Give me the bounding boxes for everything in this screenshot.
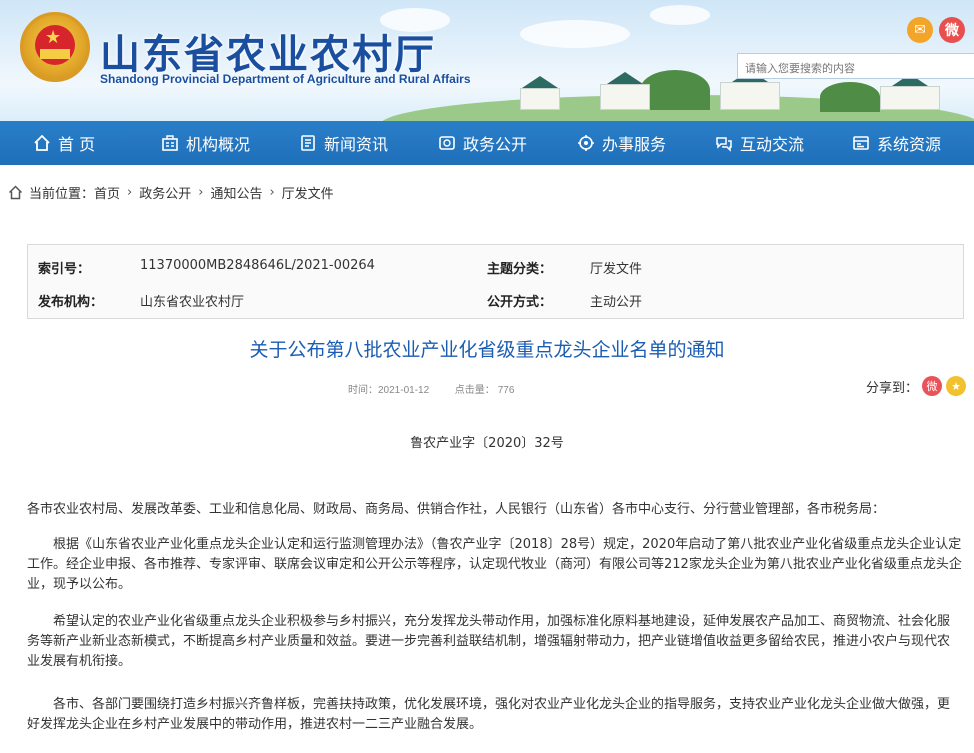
cloud-decoration xyxy=(520,20,630,48)
breadcrumb-separator: › xyxy=(269,184,275,200)
site-subtitle: Shandong Provincial Department of Agricu… xyxy=(100,72,471,86)
nav-item-system[interactable]: 系统资源 xyxy=(852,121,941,165)
nav-item-home[interactable]: 首 页 xyxy=(33,121,95,165)
roof-decoration xyxy=(607,72,643,84)
mode-value: 主动公开 xyxy=(590,295,643,310)
issuer-value: 山东省农业农村厅 xyxy=(140,295,245,310)
breadcrumb-link[interactable]: 通知公告 xyxy=(210,183,262,202)
article-salutation: 各市农业农村局、发展改革委、工业和信息化局、财政局、商务局、供销合作社，人民银行… xyxy=(27,502,886,517)
breadcrumb-separator: › xyxy=(127,184,133,200)
topic-label: 主题分类： xyxy=(487,262,553,277)
nav-item-org[interactable]: 机构概况 xyxy=(161,121,250,165)
share-bar: 分享到： 微 ★ xyxy=(866,376,967,396)
time-value: 2021-01-12 xyxy=(378,385,430,396)
org-icon xyxy=(161,134,179,152)
nav-label: 系统资源 xyxy=(877,135,942,154)
system-icon xyxy=(852,134,870,152)
mode-label: 公开方式： xyxy=(487,295,553,310)
mail-icon[interactable]: ✉ xyxy=(907,17,933,43)
service-icon xyxy=(577,134,595,152)
article-meta: 时间：2021-01-12 点击量： 776 xyxy=(348,381,514,396)
weibo-share-icon[interactable]: 微 xyxy=(922,376,943,396)
weibo-icon[interactable]: 微 xyxy=(939,17,965,43)
time-label: 时间： xyxy=(348,385,378,396)
breadcrumb-link[interactable]: 厅发文件 xyxy=(282,183,334,202)
home-icon xyxy=(33,134,51,152)
breadcrumb-link[interactable]: 首页 xyxy=(94,183,120,202)
house-decoration xyxy=(520,88,560,110)
search-input[interactable]: 请输入您要搜索的内容 xyxy=(737,53,974,79)
topic-value: 厅发文件 xyxy=(590,262,643,277)
index-label: 索引号： xyxy=(38,262,91,277)
main-nav: 首 页 机构概况 新闻资讯 政务公开 办事服务 互动交流 系统资源 xyxy=(0,121,974,165)
article-title: 关于公布第八批农业产业化省级重点龙头企业名单的通知 xyxy=(249,339,725,361)
house-decoration xyxy=(880,86,940,110)
nav-label: 互动交流 xyxy=(740,135,805,154)
share-label: 分享到： xyxy=(866,380,919,396)
index-value: 11370000MB2848646L/2021-00264 xyxy=(140,258,375,273)
nav-item-service[interactable]: 办事服务 xyxy=(577,121,666,165)
hits-label: 点击量： xyxy=(454,385,495,396)
breadcrumb-link[interactable]: 政务公开 xyxy=(139,183,191,202)
breadcrumb-prefix: 当前位置： xyxy=(29,186,95,202)
gov-icon xyxy=(438,134,456,152)
nav-label: 机构概况 xyxy=(186,135,251,154)
favorite-icon[interactable]: ★ xyxy=(946,376,967,396)
tree-decoration xyxy=(640,70,710,110)
hits-value: 776 xyxy=(497,385,515,396)
home-icon xyxy=(8,184,23,200)
house-decoration xyxy=(720,82,780,110)
document-info-box: 索引号： 11370000MB2848646L/2021-00264 主题分类：… xyxy=(27,244,964,319)
news-icon xyxy=(299,134,317,152)
interact-icon xyxy=(715,134,733,152)
national-emblem-icon: ★ xyxy=(20,12,90,82)
nav-item-gov[interactable]: 政务公开 xyxy=(438,121,527,165)
article-paragraph: 希望认定的农业产业化省级重点龙头企业积极参与乡村振兴，充分发挥龙头带动作用，加强… xyxy=(27,614,951,669)
nav-item-interact[interactable]: 互动交流 xyxy=(715,121,804,165)
article-paragraph: 根据《山东省农业产业化重点龙头企业认定和运行监测管理办法》（鲁农产业字〔2018… xyxy=(27,537,962,592)
house-decoration xyxy=(600,84,650,110)
nav-label: 办事服务 xyxy=(602,135,667,154)
document-number: 鲁农产业字〔2020〕32号 xyxy=(410,436,564,451)
nav-label: 首 页 xyxy=(58,135,96,154)
nav-item-news[interactable]: 新闻资讯 xyxy=(299,121,388,165)
nav-label: 新闻资讯 xyxy=(324,135,389,154)
article-paragraph: 各市、各部门要围绕打造乡村振兴齐鲁样板，完善扶持政策，优化发展环境，强化对农业产… xyxy=(27,697,951,732)
issuer-label: 发布机构： xyxy=(38,295,104,310)
cloud-decoration xyxy=(650,5,710,25)
header-icons: ✉ 微 xyxy=(907,17,965,43)
breadcrumb-separator: › xyxy=(198,184,204,200)
breadcrumb: 当前位置： 首页 › 政务公开 › 通知公告 › 厅发文件 xyxy=(8,183,334,202)
nav-label: 政务公开 xyxy=(463,135,528,154)
tree-decoration xyxy=(820,82,880,112)
roof-decoration xyxy=(522,76,558,88)
